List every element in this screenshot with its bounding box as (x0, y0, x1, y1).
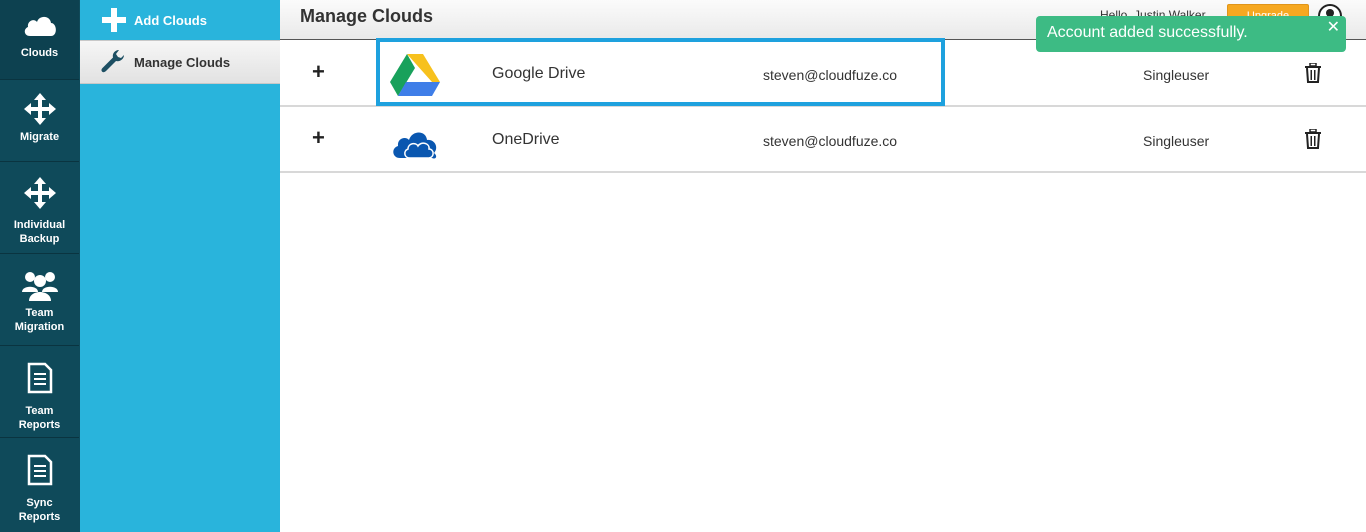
move-arrows-icon (23, 177, 56, 209)
plus-icon (102, 8, 126, 32)
cloud-name: Google Drive (492, 65, 586, 82)
cloud-email: steven@cloudfuze.co (763, 133, 898, 149)
clouds-subnav: Add Clouds Manage Clouds (80, 0, 280, 532)
rail-item-clouds[interactable]: Clouds (0, 0, 79, 80)
close-icon[interactable]: ✕ (1327, 17, 1340, 37)
onedrive-icon (393, 132, 437, 159)
document-icon (27, 454, 52, 486)
rail-label: Clouds (20, 47, 59, 59)
rail-label: Sync Reports (18, 497, 61, 523)
manage-clouds-link[interactable]: Manage Clouds (80, 40, 280, 84)
rail-item-sync-reports[interactable]: Sync Reports (0, 438, 79, 532)
rail-label: Team Reports (18, 405, 61, 431)
add-clouds-link[interactable]: Add Clouds (80, 0, 280, 40)
users-icon (21, 272, 58, 301)
cloud-account-type: Singleuser (1143, 133, 1210, 149)
move-arrows-icon (23, 93, 56, 125)
table-row: + OneDrive steven@cloudfuze.co Singleuse… (280, 107, 1366, 173)
cloud-account-type: Singleuser (1143, 67, 1210, 83)
cloud-email: steven@cloudfuze.co (763, 67, 898, 83)
rail-item-team-migration[interactable]: Team Migration (0, 254, 79, 346)
rail-item-individual-backup[interactable]: Individual Backup (0, 162, 79, 254)
trash-icon[interactable] (1304, 63, 1322, 83)
add-clouds-label: Add Clouds (134, 12, 207, 28)
expand-row-button[interactable]: + (312, 61, 325, 83)
wrench-icon (101, 50, 124, 73)
rail-label: Team Migration (14, 307, 65, 333)
expand-row-button[interactable]: + (312, 127, 325, 149)
cloud-icon (24, 16, 56, 36)
main-nav-rail: Clouds Migrate Individual Backup Team Mi… (0, 0, 80, 532)
success-toast: Account added successfully. ✕ (1036, 16, 1346, 52)
rail-label: Individual Backup (13, 219, 66, 245)
rail-item-team-reports[interactable]: Team Reports (0, 346, 79, 438)
trash-icon[interactable] (1304, 129, 1322, 149)
manage-clouds-label: Manage Clouds (134, 54, 231, 70)
toast-message: Account added successfully. (1047, 24, 1248, 41)
rail-label: Migrate (19, 131, 60, 143)
cloud-name: OneDrive (492, 131, 560, 148)
rail-item-migrate[interactable]: Migrate (0, 80, 79, 162)
page-title: Manage Clouds (300, 6, 434, 26)
google-drive-icon (390, 54, 440, 96)
document-icon (27, 362, 52, 394)
